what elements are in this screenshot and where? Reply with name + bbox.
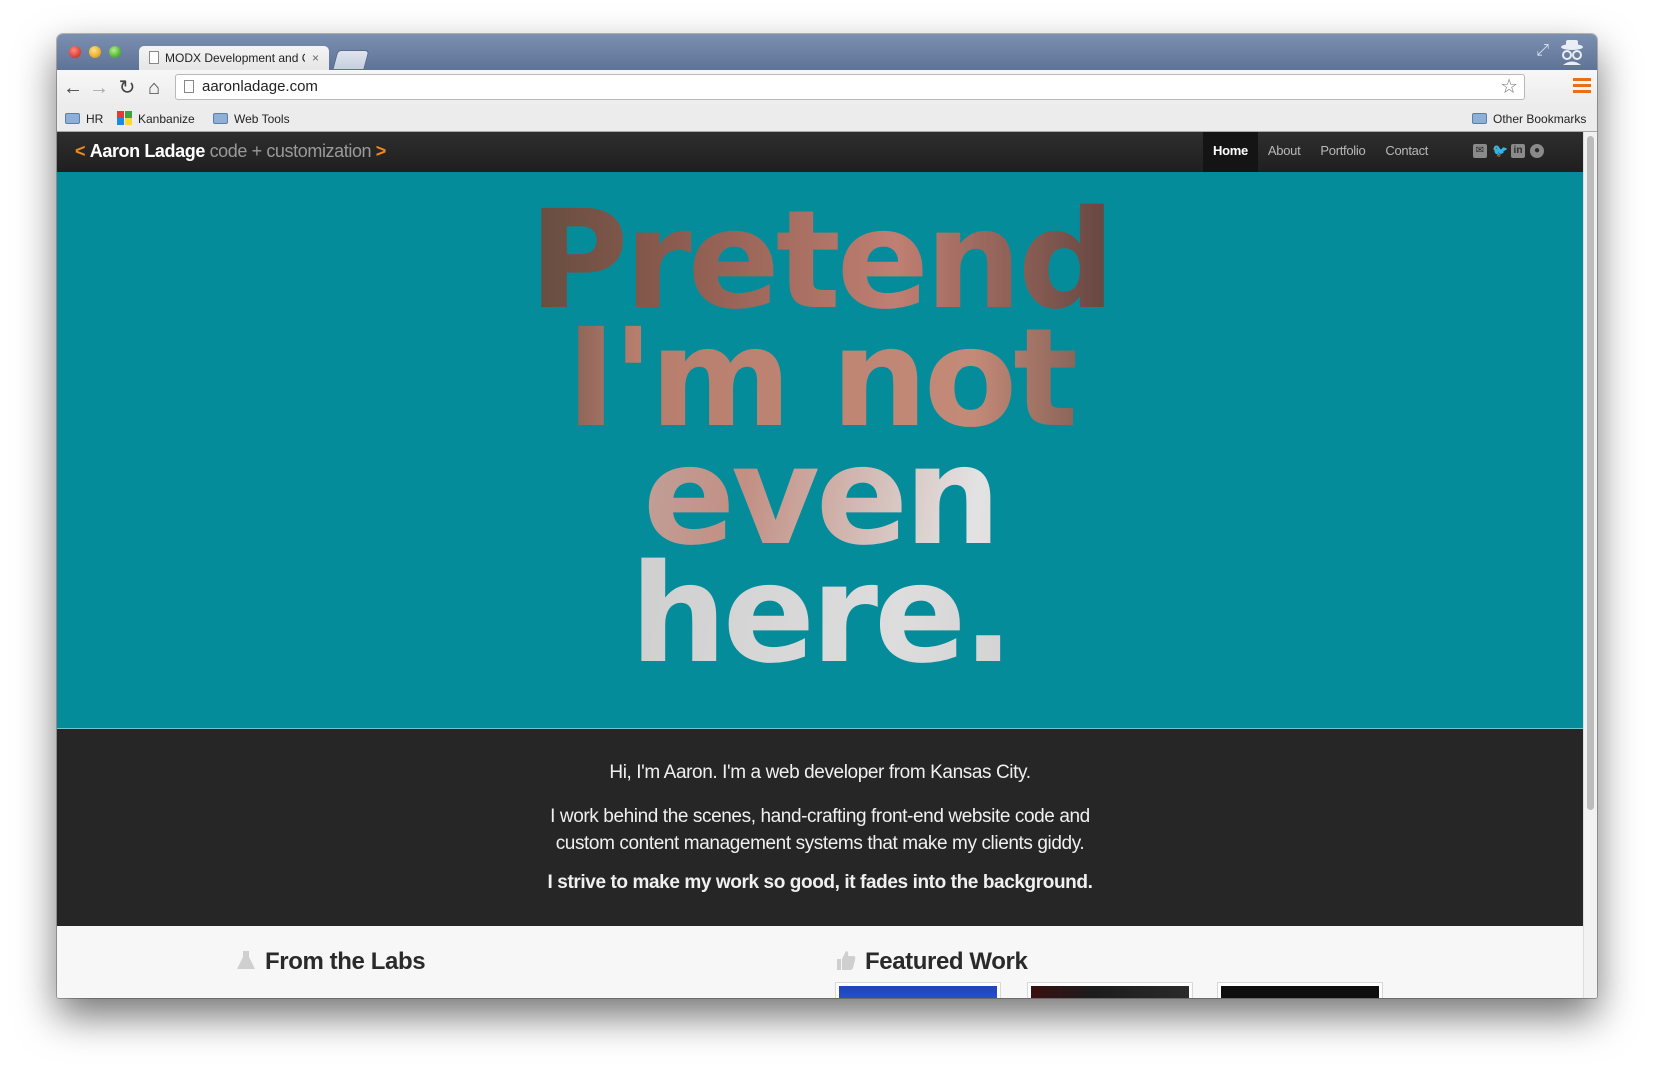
- site-navbar: < Aaron Ladage code + customization > Ho…: [57, 132, 1583, 173]
- hero-banner: Pretend I'm not even here.: [57, 172, 1583, 729]
- main-menu: Home About Portfolio Contact: [1203, 132, 1438, 172]
- content-section: From the Labs Featured Work: [57, 926, 1583, 998]
- browser-toolbar: ← → ↻ ⌂ aaronladage.com ☆: [57, 70, 1597, 106]
- nav-portfolio[interactable]: Portfolio: [1310, 132, 1375, 172]
- back-arrow-icon[interactable]: ←: [61, 76, 85, 100]
- home-icon[interactable]: ⌂: [142, 76, 166, 100]
- twitter-icon[interactable]: 🐦: [1492, 144, 1508, 158]
- page-icon: [149, 51, 159, 64]
- folder-icon: [213, 113, 228, 124]
- labs-heading: From the Labs: [235, 948, 426, 976]
- hero-line-4: here.: [57, 547, 1583, 683]
- tab-strip: MODX Development and C × ⤢: [57, 34, 1597, 70]
- bookmark-kanbanize[interactable]: Kanbanize: [117, 111, 195, 127]
- flask-icon: [237, 951, 255, 969]
- intro-tagline: I strive to make my work so good, it fad…: [547, 872, 1093, 893]
- browser-window: MODX Development and C × ⤢ ← → ↻ ⌂ aaron…: [57, 34, 1597, 998]
- featured-heading: Featured Work: [835, 948, 1028, 976]
- tab-close-icon[interactable]: ×: [312, 46, 319, 70]
- social-links: ✉ 🐦 in ●: [1473, 144, 1549, 160]
- featured-work-thumbnail[interactable]: [1217, 982, 1383, 998]
- nav-home[interactable]: Home: [1203, 132, 1258, 172]
- incognito-icon: [1561, 40, 1583, 65]
- thumbs-up-icon: [837, 951, 856, 970]
- folder-icon: [1472, 113, 1487, 124]
- tab-title: MODX Development and C: [165, 51, 305, 65]
- forward-arrow-icon[interactable]: →: [87, 76, 111, 100]
- new-tab-button[interactable]: [332, 50, 370, 69]
- nav-about[interactable]: About: [1258, 132, 1310, 172]
- labs-post-title[interactable]: [235, 984, 240, 998]
- bookmark-web-tools[interactable]: Web Tools: [213, 111, 290, 127]
- url-text[interactable]: aaronladage.com: [202, 75, 318, 99]
- address-bar[interactable]: aaronladage.com ☆: [175, 74, 1525, 100]
- featured-work-thumbnail[interactable]: [1027, 982, 1193, 998]
- nav-contact[interactable]: Contact: [1375, 132, 1438, 172]
- page-viewport: < Aaron Ladage code + customization > Ho…: [57, 132, 1597, 998]
- brand-tagline: code + customization: [209, 141, 372, 161]
- other-bookmarks[interactable]: Other Bookmarks: [1472, 111, 1586, 127]
- minimize-window-button[interactable]: [89, 46, 101, 58]
- github-icon[interactable]: ●: [1530, 144, 1544, 158]
- bookmark-hr[interactable]: HR: [65, 111, 103, 127]
- fullscreen-icon[interactable]: ⤢: [1536, 42, 1549, 60]
- browser-menu-icon[interactable]: [1573, 78, 1591, 98]
- browser-tab[interactable]: MODX Development and C ×: [139, 46, 329, 70]
- vertical-scrollbar[interactable]: [1583, 132, 1597, 998]
- folder-icon: [65, 113, 80, 124]
- intro-description: I work behind the scenes, hand-crafting …: [550, 806, 1090, 854]
- bookmarks-bar: HR Kanbanize Web Tools Other Bookmarks: [57, 106, 1597, 132]
- hero-headline: Pretend I'm not even here.: [57, 193, 1583, 683]
- mail-icon[interactable]: ✉: [1473, 144, 1487, 158]
- brand-name: Aaron Ladage: [89, 141, 206, 161]
- featured-work-thumbnail[interactable]: [835, 982, 1001, 998]
- reload-icon[interactable]: ↻: [115, 76, 139, 100]
- page-icon: [184, 80, 194, 93]
- site-brand[interactable]: < Aaron Ladage code + customization >: [75, 132, 386, 170]
- kanbanize-icon: [117, 111, 132, 125]
- intro-greeting: Hi, I'm Aaron. I'm a web developer from …: [609, 762, 1031, 783]
- intro-section: Hi, I'm Aaron. I'm a web developer from …: [57, 729, 1583, 926]
- zoom-window-button[interactable]: [109, 46, 121, 58]
- close-window-button[interactable]: [69, 46, 81, 58]
- bookmark-star-icon[interactable]: ☆: [1500, 75, 1518, 99]
- scrollbar-thumb[interactable]: [1587, 136, 1594, 810]
- linkedin-icon[interactable]: in: [1511, 144, 1525, 158]
